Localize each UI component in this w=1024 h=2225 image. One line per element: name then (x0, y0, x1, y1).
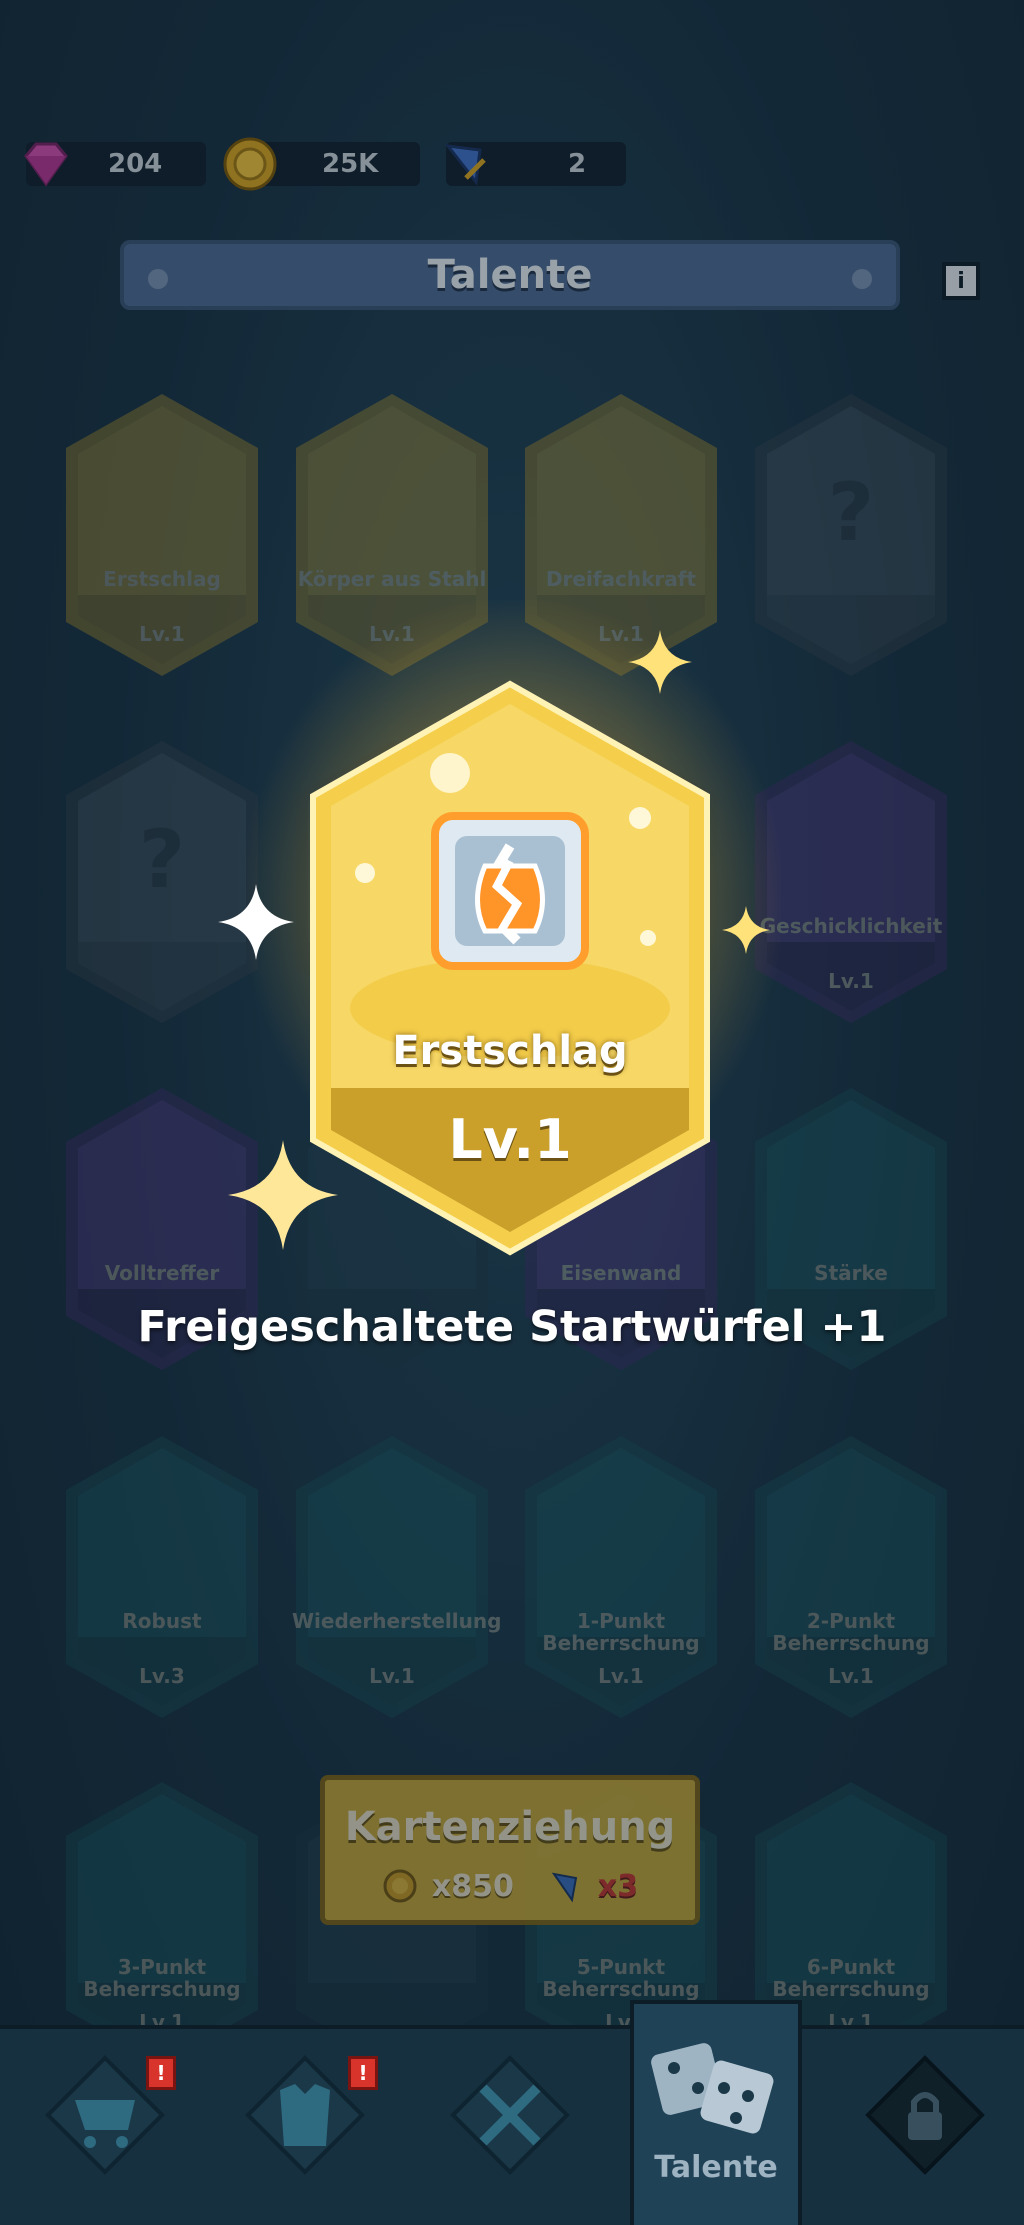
talent-level: Lv.1 (828, 969, 874, 993)
talent-name: Erstschlag (103, 567, 221, 591)
talent-name: Wiederherstellung (292, 1609, 502, 1633)
talent-name: 3-Punkt Beherrschung (83, 1955, 241, 2001)
gem-counter[interactable]: 204 (24, 136, 206, 192)
coin-counter[interactable]: 25K (223, 136, 420, 192)
talent-card[interactable]: 1-Punkt Beherrschung Lv.1 (521, 1432, 721, 1722)
talent-card[interactable]: ? (751, 390, 951, 680)
talent-name: 1-Punkt Beherrschung (542, 1609, 700, 1655)
reward-level: Lv.1 (448, 1108, 572, 1171)
sparkle-icon (722, 906, 770, 954)
gem-count: 204 (108, 149, 163, 179)
question-mark-icon: ? (66, 741, 258, 1023)
talent-card[interactable]: Erstschlag Lv.1 (62, 390, 262, 680)
nav-locked[interactable] (860, 2050, 990, 2180)
talent-level: Lv.1 (369, 1664, 415, 1688)
dice-crack-icon (431, 812, 589, 970)
sparkle-icon (218, 884, 294, 960)
info-button[interactable]: i (942, 262, 980, 300)
talent-name: Volltreffer (104, 1261, 220, 1285)
talent-card[interactable]: Geschicklichkeit Lv.1 (751, 737, 951, 1027)
sparkle-icon (228, 1140, 338, 1250)
draw-cost: x850 x3 (325, 1868, 695, 1904)
title-banner: Talente (120, 240, 900, 310)
talent-name: 2-Punkt Beherrschung (772, 1609, 930, 1655)
talent-level: Lv.1 (828, 1664, 874, 1688)
talent-name: Dreifachkraft (545, 567, 697, 591)
talent-name: Robust (122, 1609, 202, 1633)
draw-ticket-icon (551, 1872, 578, 1903)
coin-icon (383, 1869, 417, 1903)
nav-talents-label: Talente (654, 2150, 778, 2185)
talent-card[interactable]: Robust Lv.3 (62, 1432, 262, 1722)
ticket-counter[interactable]: 2 (444, 136, 626, 192)
sparkle-icon (628, 630, 692, 694)
talent-name: Geschicklichkeit (759, 914, 943, 938)
crossed-swords-icon (450, 2055, 570, 2175)
talent-name: 5-Punkt Beherrschung (542, 1955, 700, 2001)
talent-name: Stärke (814, 1261, 888, 1285)
talent-card[interactable]: ? (62, 737, 262, 1027)
gem-icon (24, 142, 68, 187)
ticket-cost: x3 (597, 1868, 639, 1904)
nav-battle[interactable] (445, 2050, 575, 2180)
talent-name: Eisenwand (560, 1261, 682, 1285)
reward-card: Erstschlag Lv.1 (305, 678, 715, 1258)
talent-level: Lv.3 (139, 1664, 185, 1688)
svg-text:?: ? (139, 813, 185, 906)
shop-alert-badge: ! (146, 2056, 176, 2090)
coin-cost: x850 (431, 1868, 514, 1904)
draw-ticket-icon (444, 144, 486, 186)
draw-card-button[interactable]: Kartenziehung x850 x3 (320, 1775, 700, 1925)
talent-name: Körper aus Stahl (297, 567, 487, 591)
dice-icon (651, 2043, 774, 2134)
talent-name: 6-Punkt Beherrschung (772, 1955, 930, 2001)
talent-level: Lv.1 (139, 622, 185, 646)
talent-level: Lv.1 (598, 1664, 644, 1688)
talent-card[interactable]: 2-Punkt Beherrschung Lv.1 (751, 1432, 951, 1722)
coin-count: 25K (322, 149, 379, 179)
equipment-alert-badge: ! (348, 2056, 378, 2090)
coin-icon (223, 137, 277, 191)
question-mark-icon: ? (755, 394, 947, 676)
draw-card-title: Kartenziehung (344, 1804, 676, 1850)
banner-rivet (852, 269, 872, 289)
svg-text:?: ? (828, 466, 874, 559)
ticket-count: 2 (568, 149, 587, 179)
reward-name: Erstschlag (392, 1028, 628, 1074)
page-title: Talente (427, 252, 593, 298)
talent-card[interactable]: Wiederherstellung Lv.1 (292, 1432, 502, 1722)
lock-icon (865, 2055, 985, 2175)
unlock-message: Freigeschaltete Startwürfel +1 (137, 1302, 887, 1352)
banner-rivet (148, 269, 168, 289)
